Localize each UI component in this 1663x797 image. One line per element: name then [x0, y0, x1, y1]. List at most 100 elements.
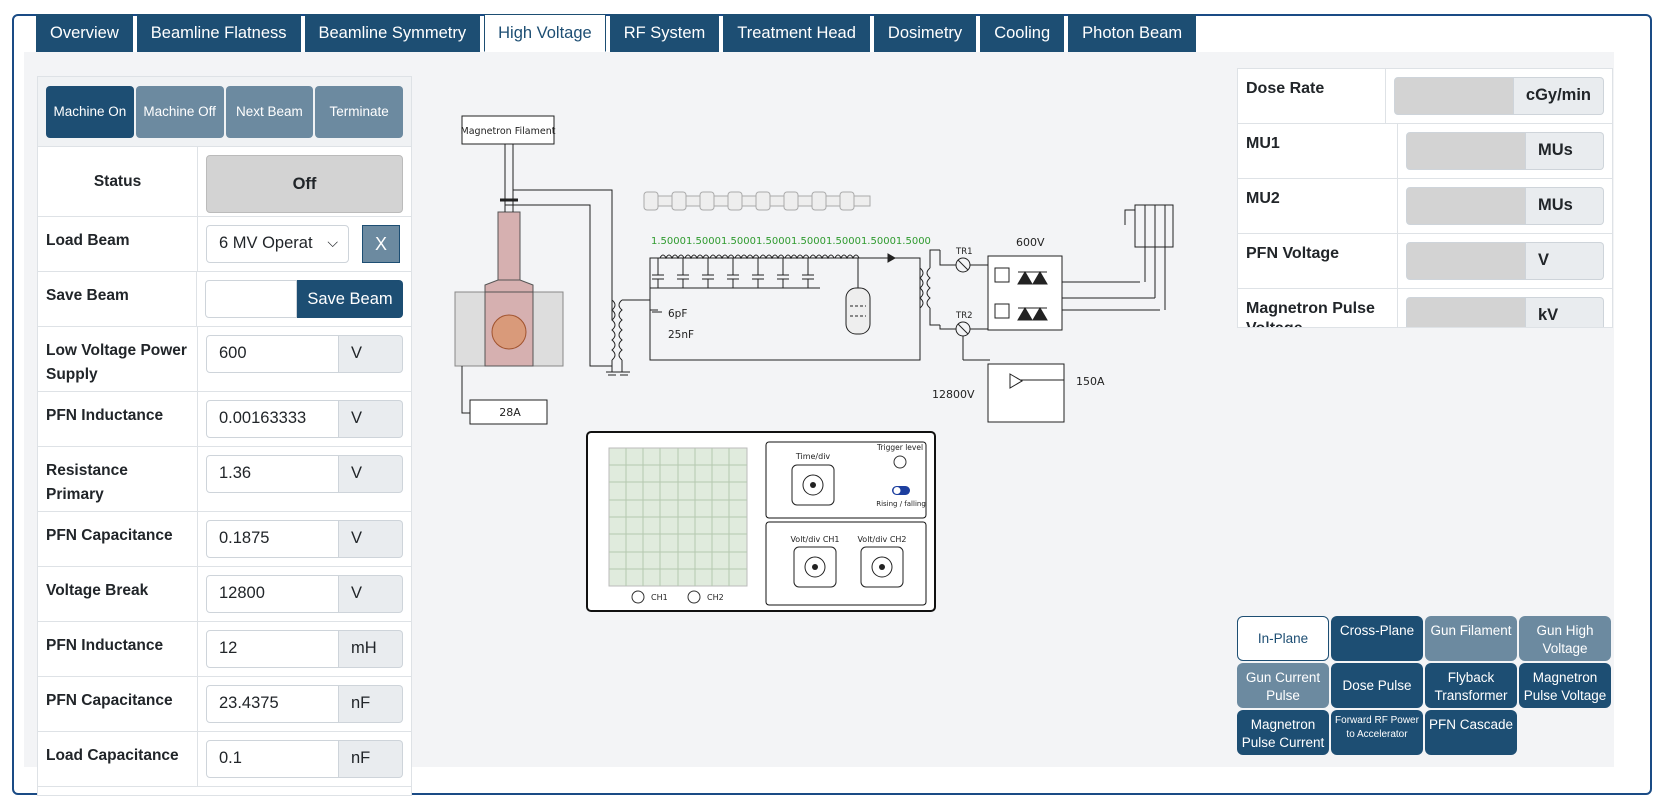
param-label: PFN Inductance: [38, 392, 198, 446]
unit-label: V: [339, 520, 403, 558]
pfn-capacitance-input[interactable]: 0.1875: [206, 520, 339, 558]
unit-label: MUs: [1526, 132, 1604, 170]
high-voltage-circuit-diagram: Magnetron Filament 28A 1.50001.50001.500…: [454, 115, 1174, 612]
unit-label: nF: [339, 740, 403, 778]
param-label: PFN Capacitance: [38, 677, 198, 731]
load-beam-value: 6 MV Operat: [219, 234, 313, 252]
gun-current-pulse-button[interactable]: Gun Current Pulse: [1237, 663, 1329, 708]
pfn-values-label: 1.50001.50001.50001.50001.50001.50001.50…: [651, 236, 931, 247]
forward-rf-power-button[interactable]: Forward RF Power to Accelerator: [1331, 710, 1423, 755]
load-beam-select[interactable]: 6 MV Operat ⌵: [206, 225, 349, 263]
param-label: Low Voltage Power Supply: [38, 327, 198, 391]
param-row: PFN Inductance 12 mH: [38, 622, 411, 677]
pfn-voltage-display: [1406, 242, 1526, 280]
reading-cell: cGy/min: [1386, 69, 1612, 123]
param-row: PFN Capacitance 23.4375 nF: [38, 677, 411, 732]
tab-high-voltage[interactable]: High Voltage: [484, 14, 606, 52]
param-label: Resistance Primary: [38, 447, 198, 511]
param-row: PFN Capacitance 0.1875 V: [38, 512, 411, 567]
tab-dosimetry[interactable]: Dosimetry: [873, 14, 977, 52]
knob-icon: [879, 564, 885, 570]
resistance-primary-input[interactable]: 1.36: [206, 455, 339, 493]
param-label: PFN Capacitance: [38, 512, 198, 566]
reading-label: MU2: [1238, 179, 1398, 233]
oscilloscope: Time/div Trigger level Rising / falling …: [586, 431, 936, 612]
dose-pulse-button[interactable]: Dose Pulse: [1331, 663, 1423, 708]
param-cell: 12800 V: [198, 567, 411, 621]
terminate-button[interactable]: Terminate: [315, 86, 403, 138]
param-cell: 600 V: [198, 327, 411, 391]
break-voltage-label: 12800V: [932, 388, 975, 401]
reading-cell: MUs: [1398, 124, 1612, 178]
reading-row: Magnetron Pulse Voltage kV: [1238, 289, 1612, 327]
param-cell: 0.1 nF: [198, 732, 411, 786]
save-beam-name-input[interactable]: [205, 280, 297, 318]
param-cell: 0.1875 V: [198, 512, 411, 566]
in-plane-button[interactable]: In-Plane: [1237, 616, 1329, 661]
current-label: 150A: [1076, 375, 1105, 388]
pfn-inductance-input[interactable]: 0.00163333: [206, 400, 339, 438]
reading-row: Dose Rate cGy/min: [1238, 69, 1612, 124]
load-beam-cell: 6 MV Operat ⌵ X: [198, 217, 411, 271]
filament-current-label: 28A: [499, 406, 521, 419]
unit-label: MUs: [1526, 187, 1604, 225]
reading-label: Magnetron Pulse Voltage: [1238, 289, 1398, 327]
unit-label: V: [339, 455, 403, 493]
status-row: Status Off: [38, 147, 411, 217]
tab-cooling[interactable]: Cooling: [980, 14, 1065, 52]
knob-icon: [812, 564, 818, 570]
cross-plane-button[interactable]: Cross-Plane: [1331, 616, 1423, 661]
unit-label: V: [339, 400, 403, 438]
flyback-transformer-button[interactable]: Flyback Transformer: [1425, 663, 1517, 708]
save-beam-row: Save Beam Save Beam: [38, 272, 411, 327]
param-label: Load Capacitance: [38, 732, 198, 786]
param-row: Low Voltage Power Supply 600 V: [38, 327, 411, 392]
next-beam-button[interactable]: Next Beam: [225, 86, 314, 138]
load-capacitance-input[interactable]: 0.1: [206, 740, 339, 778]
machine-on-button[interactable]: Machine On: [46, 86, 134, 138]
load-beam-row: Load Beam 6 MV Operat ⌵ X: [38, 217, 411, 272]
tab-beamline-symmetry[interactable]: Beamline Symmetry: [304, 14, 481, 52]
machine-off-button[interactable]: Machine Off: [135, 86, 224, 138]
unit-label: nF: [339, 685, 403, 723]
pfn-inductance-mh-input[interactable]: 12: [206, 630, 339, 668]
reading-row: PFN Voltage V: [1238, 234, 1612, 289]
param-row: PFN Inductance 0.00163333 V: [38, 392, 411, 447]
magnetron-pulse-current-button[interactable]: Magnetron Pulse Current: [1237, 710, 1329, 755]
param-cell: 0.00163333 V: [198, 392, 411, 446]
reading-row: MU1 MUs: [1238, 124, 1612, 179]
param-cell: 1.36 V: [198, 447, 411, 511]
time-div-label: Time/div: [795, 452, 831, 461]
param-row: Resistance Primary 1.36 V: [38, 447, 411, 512]
low-voltage-power-supply-input[interactable]: 600: [206, 335, 339, 373]
pfn-cascade-button[interactable]: PFN Cascade: [1425, 710, 1517, 755]
status-badge: Off: [206, 155, 403, 213]
voltage-break-input[interactable]: 12800: [206, 575, 339, 613]
tab-beamline-flatness[interactable]: Beamline Flatness: [136, 14, 301, 52]
magnetron-pulse-voltage-display: [1406, 297, 1526, 327]
save-beam-label: Save Beam: [38, 272, 197, 326]
pfn-capacitance-nf-input[interactable]: 23.4375: [206, 685, 339, 723]
gun-high-voltage-button[interactable]: Gun High Voltage: [1519, 616, 1611, 661]
param-cell: 23.4375 nF: [198, 677, 411, 731]
tab-photon-beam[interactable]: Photon Beam: [1068, 14, 1197, 52]
param-cell: 12 mH: [198, 622, 411, 676]
gun-filament-button[interactable]: Gun Filament: [1425, 616, 1517, 661]
ch1-connector-icon: [631, 590, 645, 604]
knob-icon: [810, 482, 816, 488]
tab-rf-system[interactable]: RF System: [609, 14, 720, 52]
trigger-knob[interactable]: [893, 455, 907, 469]
param-row: Load Capacitance 0.1 nF: [38, 732, 411, 787]
tab-overview[interactable]: Overview: [36, 14, 133, 52]
magnetron-pulse-voltage-button[interactable]: Magnetron Pulse Voltage: [1519, 663, 1611, 708]
param-label: PFN Inductance: [38, 622, 198, 676]
unit-label: V: [339, 575, 403, 613]
magnetron-filament-label: Magnetron Filament: [461, 126, 556, 137]
tab-treatment-head[interactable]: Treatment Head: [723, 14, 870, 52]
save-beam-button[interactable]: Save Beam: [297, 280, 403, 318]
reading-row: MU2 MUs: [1238, 179, 1612, 234]
tab-bar: Overview Beamline Flatness Beamline Symm…: [36, 14, 1197, 52]
pfn-capacitors: [650, 258, 820, 313]
clear-beam-button[interactable]: X: [362, 225, 400, 263]
unit-label: cGy/min: [1513, 77, 1604, 115]
